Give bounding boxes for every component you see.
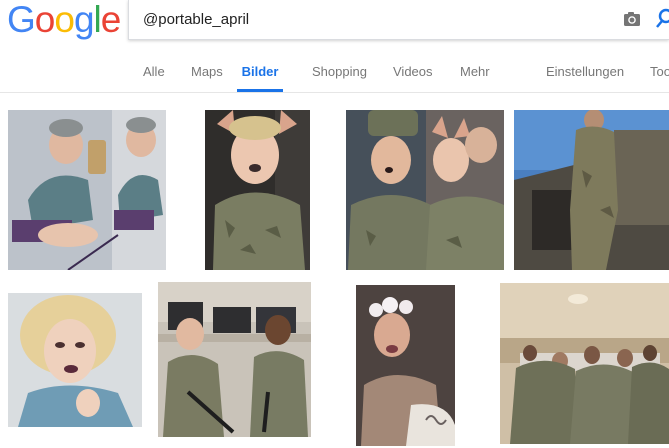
tab-tools[interactable]: Tools [650, 58, 669, 92]
google-logo[interactable]: Google [7, 0, 121, 40]
search-icon[interactable] [654, 7, 669, 31]
tab-alle[interactable]: Alle [143, 58, 165, 92]
image-result-6[interactable] [158, 282, 311, 437]
image-result-3[interactable] [346, 110, 504, 270]
tab-maps[interactable]: Maps [191, 58, 223, 92]
tabs-bar: Alle Maps Bilder Shopping Videos Mehr Ei… [0, 58, 669, 92]
image-result-2[interactable] [205, 110, 310, 270]
image-result-1[interactable] [8, 110, 166, 270]
tab-einstellungen[interactable]: Einstellungen [546, 58, 624, 92]
image-result-7[interactable] [356, 285, 455, 446]
tab-shopping[interactable]: Shopping [312, 58, 367, 92]
image-result-8[interactable] [500, 283, 669, 444]
tab-bilder[interactable]: Bilder [237, 58, 283, 92]
tab-mehr[interactable]: Mehr [460, 58, 490, 92]
search-input[interactable] [143, 0, 613, 38]
image-result-5[interactable] [8, 293, 142, 427]
tab-videos[interactable]: Videos [393, 58, 433, 92]
camera-icon[interactable] [623, 10, 641, 28]
top-bar: Google Alle Maps Bilder Shopping Videos … [0, 0, 669, 93]
image-result-4[interactable] [514, 110, 669, 270]
search-box[interactable] [128, 0, 669, 40]
